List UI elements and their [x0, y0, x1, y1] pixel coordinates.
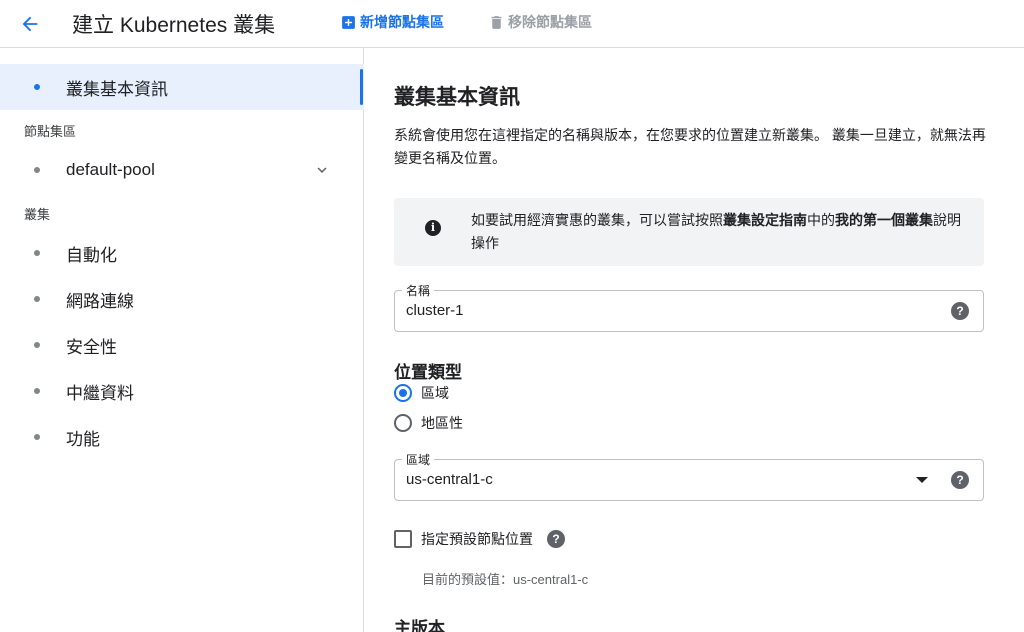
- name-field[interactable]: 名稱 cluster-1 ?: [394, 282, 984, 332]
- help-icon[interactable]: ?: [951, 471, 969, 489]
- help-icon[interactable]: ?: [547, 530, 565, 548]
- info-banner: i 如要試用經濟實惠的叢集，可以嘗試按照叢集設定指南中的我的第一個叢集說明操作: [394, 198, 984, 266]
- arrow-back-icon: [22, 16, 38, 32]
- sidebar-item-default-pool[interactable]: default-pool: [0, 147, 364, 193]
- bullet-icon: [34, 250, 40, 256]
- sidebar-item-automation[interactable]: 自動化: [0, 230, 364, 276]
- help-icon[interactable]: ?: [951, 302, 969, 320]
- add-node-pool-label: 新增節點集區: [360, 14, 444, 30]
- sidebar-item-label: 叢集基本資訊: [66, 79, 168, 99]
- my-first-cluster-link[interactable]: 我的第一個叢集: [835, 212, 933, 228]
- sidebar: 叢集基本資訊 節點集區 default-pool 叢集 自動化 網路連線 安全性…: [0, 48, 364, 632]
- radio-label: 地區性: [421, 415, 463, 431]
- sidebar-item-security[interactable]: 安全性: [0, 322, 364, 368]
- remove-node-pool-button[interactable]: 移除節點集區: [488, 12, 592, 32]
- back-button[interactable]: [16, 10, 44, 38]
- sidebar-item-label: 安全性: [66, 337, 117, 357]
- location-type-title: 位置類型: [394, 363, 462, 382]
- sidebar-item-label: 功能: [66, 429, 100, 449]
- section-header-cluster: 叢集: [24, 207, 51, 222]
- add-box-icon: [342, 15, 355, 29]
- page-title: 建立 Kubernetes 叢集: [72, 14, 276, 37]
- sidebar-item-cluster-basics[interactable]: 叢集基本資訊: [0, 64, 364, 110]
- trash-icon: [491, 15, 502, 29]
- zone-select-label: 區域: [402, 451, 435, 468]
- main-panel: 叢集基本資訊 系統會使用您在這裡指定的名稱與版本，在您要求的位置建立新叢集。 叢…: [365, 48, 1024, 632]
- version-title: 主版本: [394, 619, 445, 632]
- top-header: 建立 Kubernetes 叢集 新增節點集區 移除節點集區: [0, 0, 1024, 48]
- bullet-icon: [34, 296, 40, 302]
- sidebar-item-label: 中繼資料: [66, 383, 134, 403]
- section-description: 系統會使用您在這裡指定的名稱與版本，在您要求的位置建立新叢集。 叢集一旦建立，就…: [394, 127, 986, 166]
- sidebar-item-features[interactable]: 功能: [0, 414, 364, 460]
- bullet-icon: [34, 434, 40, 440]
- info-icon: i: [425, 220, 441, 236]
- sidebar-item-label: 自動化: [66, 245, 117, 265]
- name-field-value[interactable]: cluster-1: [406, 302, 464, 319]
- chevron-down-icon[interactable]: [313, 161, 331, 179]
- info-text-part: 中的: [807, 212, 835, 228]
- sidebar-item-label: default-pool: [66, 160, 155, 179]
- section-header-node-pools: 節點集區: [24, 124, 77, 139]
- sidebar-item-label: 網路連線: [66, 291, 134, 311]
- bullet-icon: [34, 84, 40, 90]
- section-title: 叢集基本資訊: [394, 86, 520, 109]
- specify-node-locations-row: 指定預設節點位置 ?: [394, 528, 565, 550]
- radio-zonal[interactable]: 區域: [394, 382, 449, 404]
- zone-select-value: us-central1-c: [406, 471, 493, 488]
- bullet-icon: [34, 342, 40, 348]
- info-text-part: 如要試用經濟實惠的叢集，可以嘗試按照: [471, 212, 723, 228]
- sidebar-item-metadata[interactable]: 中繼資料: [0, 368, 364, 414]
- checkbox-label: 指定預設節點位置: [421, 531, 533, 547]
- radio-label: 區域: [421, 385, 449, 401]
- zone-select[interactable]: 區域 us-central1-c ?: [394, 451, 984, 501]
- sidebar-item-networking[interactable]: 網路連線: [0, 276, 364, 322]
- remove-node-pool-label: 移除節點集區: [508, 14, 592, 30]
- dropdown-arrow-icon[interactable]: [916, 477, 928, 483]
- specify-node-locations-checkbox[interactable]: [394, 530, 412, 548]
- info-text: 如要試用經濟實惠的叢集，可以嘗試按照叢集設定指南中的我的第一個叢集說明操作: [471, 209, 971, 255]
- radio-regional[interactable]: 地區性: [394, 412, 463, 434]
- active-indicator: [360, 69, 363, 105]
- bullet-icon: [34, 388, 40, 394]
- radio-unchecked-icon[interactable]: [394, 414, 412, 432]
- bullet-icon: [34, 167, 40, 173]
- default-value-note: 目前的預設值：us-central1-c: [422, 572, 589, 587]
- cluster-setup-guide-link[interactable]: 叢集設定指南: [723, 212, 807, 228]
- name-field-label: 名稱: [402, 282, 435, 299]
- radio-checked-icon[interactable]: [394, 384, 412, 402]
- add-node-pool-button[interactable]: 新增節點集區: [340, 12, 444, 32]
